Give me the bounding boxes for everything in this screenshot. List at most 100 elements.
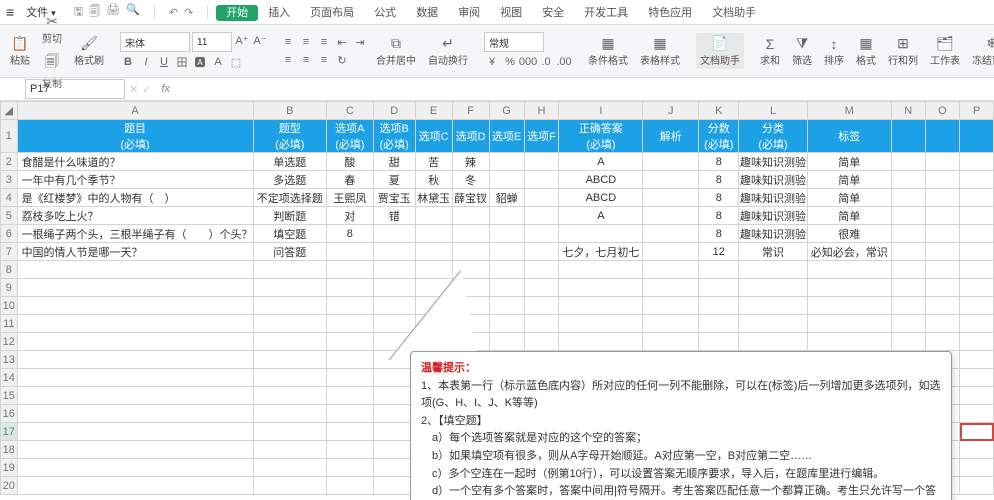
align-top-button[interactable]: ≡ xyxy=(280,34,296,50)
cell[interactable] xyxy=(253,351,326,369)
col-header-K[interactable]: K xyxy=(699,102,739,120)
cell[interactable] xyxy=(960,387,994,405)
border-button[interactable]: ⬚ xyxy=(228,54,244,70)
tab-开始[interactable]: 开始 xyxy=(216,5,258,21)
cell[interactable]: 秋 xyxy=(415,171,452,189)
cell[interactable]: 简单 xyxy=(807,153,891,171)
accept-formula-icon[interactable]: ✓ xyxy=(142,83,151,96)
rowcol-button[interactable]: ⊞行和列 xyxy=(884,33,922,69)
row-header-1[interactable]: 1 xyxy=(1,120,18,153)
cell[interactable] xyxy=(17,261,253,279)
cell[interactable]: 判断题 xyxy=(253,207,326,225)
cell[interactable] xyxy=(925,261,959,279)
cell[interactable] xyxy=(559,333,643,351)
cell[interactable]: 冬 xyxy=(452,171,489,189)
cell[interactable] xyxy=(373,459,415,477)
cell[interactable]: 是《红楼梦》中的人物有（ ） xyxy=(17,189,253,207)
cell[interactable] xyxy=(643,315,699,333)
cell[interactable] xyxy=(326,261,373,279)
cell[interactable] xyxy=(326,243,373,261)
preview-icon[interactable]: 🔍 xyxy=(126,3,140,22)
table-header-cell[interactable]: 选项A(必填) xyxy=(326,120,373,153)
fx-icon[interactable]: fx xyxy=(161,83,170,95)
cell[interactable] xyxy=(253,369,326,387)
cell[interactable] xyxy=(253,261,326,279)
cell[interactable] xyxy=(891,297,925,315)
cell[interactable] xyxy=(643,207,699,225)
col-header-D[interactable]: D xyxy=(373,102,415,120)
cell[interactable]: 简单 xyxy=(807,171,891,189)
cell[interactable] xyxy=(643,243,699,261)
shrink-font-button[interactable]: A⁻ xyxy=(252,32,268,48)
cell[interactable]: 一根绳子两个头，三根半绳子有（ ）个头？ xyxy=(17,225,253,243)
doc-helper-button[interactable]: 📄文档助手 xyxy=(696,33,744,69)
cell[interactable] xyxy=(739,279,807,297)
cell[interactable] xyxy=(253,315,326,333)
cell[interactable] xyxy=(17,405,253,423)
col-header-B[interactable]: B xyxy=(253,102,326,120)
row-header-2[interactable]: 2 xyxy=(1,153,18,171)
cell[interactable] xyxy=(373,405,415,423)
cell[interactable] xyxy=(373,369,415,387)
row-header-9[interactable]: 9 xyxy=(1,279,18,297)
row-header-7[interactable]: 7 xyxy=(1,243,18,261)
cell[interactable] xyxy=(452,207,489,225)
cell[interactable]: 甜 xyxy=(373,153,415,171)
cell[interactable] xyxy=(326,351,373,369)
cell[interactable]: 8 xyxy=(699,207,739,225)
cell[interactable]: 趣味知识测验 xyxy=(739,189,807,207)
row-header-11[interactable]: 11 xyxy=(1,315,18,333)
cell[interactable] xyxy=(524,333,559,351)
cell[interactable] xyxy=(253,333,326,351)
cell[interactable]: 荔枝多吃上火？ xyxy=(17,207,253,225)
print-icon[interactable]: 🖨 xyxy=(106,3,120,22)
cell[interactable] xyxy=(489,225,524,243)
col-header-O[interactable]: O xyxy=(925,102,959,120)
cell[interactable]: ABCD xyxy=(559,171,643,189)
tab-开发工具[interactable]: 开发工具 xyxy=(574,5,638,21)
cell[interactable] xyxy=(559,279,643,297)
row-header-10[interactable]: 10 xyxy=(1,297,18,315)
cell[interactable] xyxy=(17,441,253,459)
worksheet-button[interactable]: 🗂工作表 xyxy=(926,33,964,69)
cell[interactable] xyxy=(489,243,524,261)
cell[interactable] xyxy=(17,315,253,333)
currency-button[interactable]: ¥ xyxy=(484,54,500,70)
table-header-cell[interactable]: 题型(必填) xyxy=(253,120,326,153)
cell[interactable] xyxy=(326,441,373,459)
table-header-cell[interactable]: 选项F xyxy=(524,120,559,153)
cell[interactable] xyxy=(524,261,559,279)
cell[interactable] xyxy=(17,279,253,297)
row-header-15[interactable]: 15 xyxy=(1,387,18,405)
cell[interactable] xyxy=(643,261,699,279)
cell[interactable] xyxy=(643,189,699,207)
cell[interactable] xyxy=(643,171,699,189)
selected-cell[interactable] xyxy=(960,423,994,441)
cell[interactable]: 问答题 xyxy=(253,243,326,261)
cell[interactable] xyxy=(373,279,415,297)
cell[interactable]: 趣味知识测验 xyxy=(739,225,807,243)
cell[interactable]: 简单 xyxy=(807,207,891,225)
cell[interactable] xyxy=(559,261,643,279)
align-right-button[interactable]: ≡ xyxy=(316,52,332,68)
cell[interactable] xyxy=(253,459,326,477)
number-format-select[interactable]: 常规 xyxy=(484,32,544,52)
cell[interactable]: A xyxy=(559,153,643,171)
cell[interactable] xyxy=(326,387,373,405)
cell[interactable]: 8 xyxy=(699,153,739,171)
cell[interactable]: 苦 xyxy=(415,153,452,171)
table-header-cell[interactable]: 分类(必填) xyxy=(739,120,807,153)
cell[interactable] xyxy=(891,333,925,351)
paste-button[interactable]: 📋粘贴 xyxy=(6,33,34,69)
cell[interactable] xyxy=(807,261,891,279)
cell[interactable] xyxy=(643,297,699,315)
cell[interactable] xyxy=(891,261,925,279)
cell[interactable] xyxy=(559,225,643,243)
cell[interactable] xyxy=(253,477,326,495)
cell[interactable] xyxy=(415,225,452,243)
cond-format-button[interactable]: ▦条件格式 xyxy=(584,33,632,69)
cell[interactable] xyxy=(960,459,994,477)
cell[interactable]: 多选题 xyxy=(253,171,326,189)
cell[interactable] xyxy=(253,279,326,297)
font-select[interactable]: 宋体 xyxy=(120,32,190,52)
